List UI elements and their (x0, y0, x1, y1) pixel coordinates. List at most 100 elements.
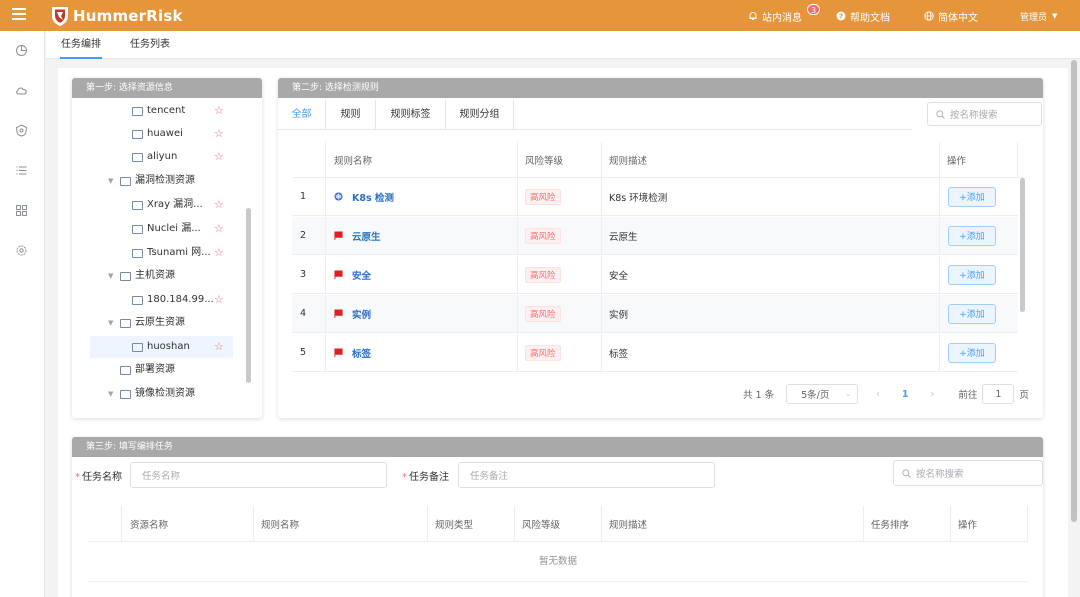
goto-page-input[interactable]: 1 (982, 384, 1015, 404)
rule-name-link[interactable]: 实例 (334, 307, 371, 321)
shield-icon[interactable] (15, 124, 28, 137)
risk-tag: 高风险 (525, 188, 561, 205)
tree-node-huoshan[interactable]: huoshan ☆ (90, 336, 233, 358)
col-rule-desc: 规则描述 (609, 155, 648, 167)
folder-icon (120, 271, 131, 281)
tab-all[interactable]: 全部 (278, 100, 326, 130)
tab-rule-groups[interactable]: 规则分组 (446, 100, 514, 130)
task-name-input[interactable]: 任务名称 (130, 462, 387, 488)
add-rule-button[interactable]: +添加 (948, 225, 996, 246)
add-rule-button[interactable]: +添加 (948, 303, 996, 324)
col-action: 操作 (947, 155, 967, 167)
tree-node-xray[interactable]: Xray 漏洞... ☆ (132, 194, 224, 216)
tab-task-orchestration[interactable]: 任务编排 (60, 31, 102, 59)
apps-icon[interactable] (15, 204, 28, 217)
rule-name-link[interactable]: 安全 (334, 268, 371, 282)
tree-node-host-resources[interactable]: ▼ 主机资源 (108, 265, 175, 287)
add-rule-button[interactable]: +添加 (948, 342, 996, 363)
tree-node-nuclei[interactable]: Nuclei 漏... ☆ (132, 218, 224, 240)
star-icon[interactable]: ☆ (214, 242, 224, 264)
star-icon[interactable]: ☆ (214, 194, 224, 216)
col-task-order: 任务排序 (871, 519, 910, 531)
star-icon[interactable]: ☆ (214, 289, 224, 311)
menu-toggle-icon[interactable] (12, 8, 26, 22)
folder-icon (132, 200, 143, 210)
settings-icon[interactable] (15, 244, 28, 257)
prev-page-icon[interactable]: ‹ (876, 389, 880, 400)
rule-name-link[interactable]: 云原生 (334, 229, 381, 243)
next-page-icon[interactable]: › (931, 389, 935, 400)
tab-rules[interactable]: 规则 (326, 100, 376, 130)
caret-expanded-icon[interactable]: ▼ (108, 383, 116, 405)
tree-node-label: Tsunami 网... (147, 247, 211, 258)
tree-node-label: Xray 漏洞... (147, 199, 203, 210)
rules-table-scrollbar[interactable] (1020, 178, 1025, 312)
tree-scrollbar[interactable] (246, 208, 251, 383)
bell-icon (749, 12, 757, 20)
dashboard-icon[interactable] (15, 44, 28, 57)
logo[interactable]: HummerRisk (50, 4, 183, 28)
rule-name-link[interactable]: K8s 检测 (334, 190, 394, 204)
caret-expanded-icon[interactable]: ▼ (108, 312, 116, 334)
list-icon[interactable] (15, 164, 28, 177)
flag-icon (334, 309, 343, 318)
tree-node-tencent[interactable]: tencent ☆ (132, 100, 224, 122)
add-rule-button[interactable]: +添加 (948, 264, 996, 285)
globe-icon (924, 11, 934, 21)
language-label: 简体中文 (938, 12, 978, 24)
row-index: 2 (300, 230, 307, 241)
cloud-icon[interactable] (15, 84, 28, 97)
current-page[interactable]: 1 (902, 389, 909, 400)
page-scrollbar[interactable] (1071, 60, 1077, 522)
rule-name-text: 云原生 (352, 231, 381, 243)
k8s-icon (334, 192, 343, 201)
star-icon[interactable]: ☆ (214, 218, 224, 240)
row-index: 1 (300, 191, 307, 202)
star-icon[interactable]: ☆ (214, 146, 224, 168)
page-size-select[interactable]: 5条/页 ⌄ (786, 384, 859, 404)
help-label: 帮助文档 (850, 12, 890, 24)
caret-expanded-icon[interactable]: ▼ (108, 170, 116, 192)
tree-node-deploy-resources[interactable]: 部署资源 (120, 359, 175, 381)
tree-node-huawei[interactable]: huawei ☆ (132, 123, 224, 145)
task-search-input[interactable]: 按名称搜索 (893, 460, 1043, 486)
step1-title: 第一步: 选择资源信息 (72, 78, 262, 98)
svg-text:?: ? (839, 13, 843, 21)
tree-node-host-ip[interactable]: 180.184.99... ☆ (132, 289, 224, 311)
tab-rule-tags[interactable]: 规则标签 (376, 100, 446, 130)
tree-node-aliyun[interactable]: aliyun ☆ (132, 146, 224, 168)
search-icon (936, 109, 945, 119)
help-docs-button[interactable]: ? 帮助文档 (836, 9, 890, 24)
star-icon[interactable]: ☆ (214, 123, 224, 145)
step2-rules-panel: 第二步: 选择检测规则 全部 规则 规则标签 规则分组 按名称搜索 规则名称 风… (278, 78, 1043, 418)
tree-node-label: 部署资源 (135, 364, 175, 375)
user-label: 管理员 (1020, 12, 1048, 23)
chevron-down-icon: ⌄ (845, 390, 852, 398)
col-rule-desc: 规则描述 (609, 519, 648, 531)
main-content: 第一步: 选择资源信息 tencent ☆ huawei ☆ aliyun ☆ ▼ 漏洞… (58, 68, 1068, 597)
tree-node-label: 主机资源 (135, 270, 175, 281)
add-rule-button[interactable]: +添加 (948, 186, 996, 207)
language-switcher[interactable]: 简体中文 (924, 9, 978, 24)
user-menu[interactable]: 管理员 ▼ (1020, 9, 1057, 23)
task-note-input[interactable]: 任务备注 (458, 462, 715, 488)
tree-node-tsunami[interactable]: Tsunami 网... ☆ (132, 242, 224, 264)
rule-row: 3 安全 高风险 安全 +添加 (292, 256, 1018, 294)
rule-filter-tabs: 全部 规则 规则标签 规则分组 (278, 100, 912, 130)
tab-task-list[interactable]: 任务列表 (130, 31, 170, 59)
tree-node-vuln-resources[interactable]: ▼ 漏洞检测资源 (108, 170, 195, 192)
tree-node-cloud-native-resources[interactable]: ▼ 云原生资源 (108, 312, 185, 334)
page-tabs: 任务编排 任务列表 (46, 31, 1080, 59)
rule-name-text: 安全 (352, 270, 372, 282)
caret-expanded-icon[interactable]: ▼ (108, 265, 116, 287)
star-icon[interactable]: ☆ (214, 336, 224, 358)
rule-search-placeholder: 按名称搜索 (950, 110, 998, 121)
goto-label: 前往 (958, 390, 978, 401)
site-messages-button[interactable]: 站内消息 3 (748, 4, 821, 24)
rule-desc: 实例 (609, 309, 629, 321)
star-icon[interactable]: ☆ (214, 100, 224, 122)
tree-node-image-resources[interactable]: ▼ 镜像检测资源 (108, 383, 195, 405)
rule-search-input[interactable]: 按名称搜索 (927, 102, 1042, 126)
rule-name-link[interactable]: 标签 (334, 346, 371, 360)
rule-row: 1 K8s 检测 高风险 K8s 环境检测 +添加 (292, 178, 1018, 216)
